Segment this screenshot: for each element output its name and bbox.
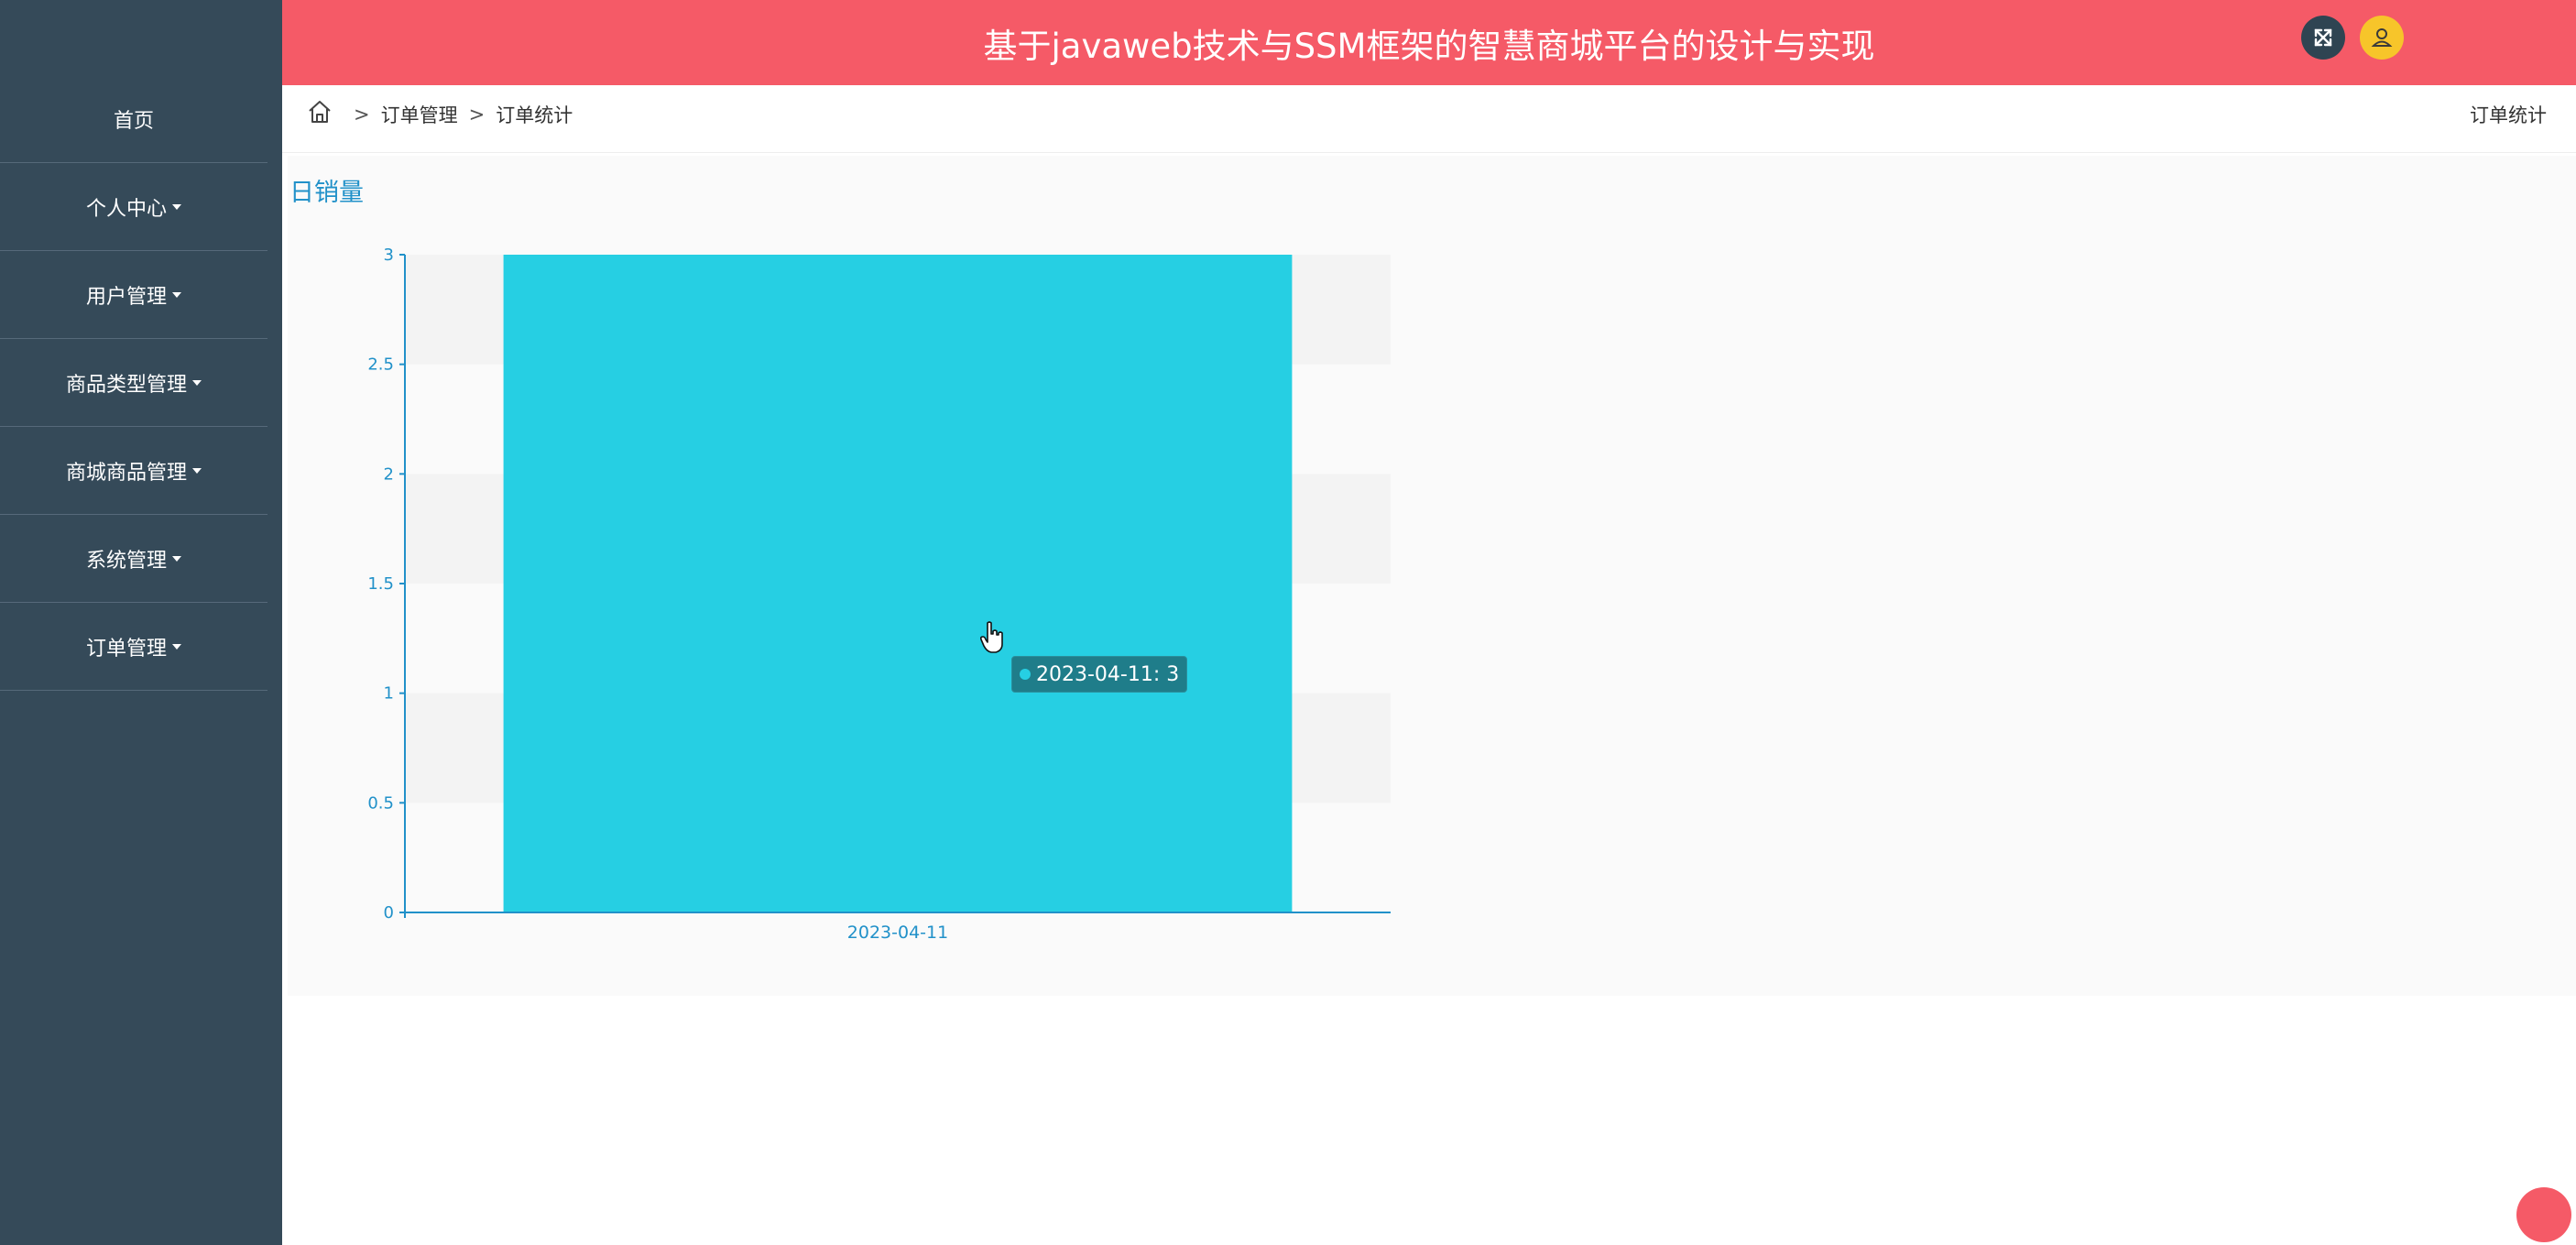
hand-cursor-icon <box>979 621 1003 653</box>
sidebar-item-label: 系统管理 <box>85 549 167 573</box>
user-button[interactable] <box>2360 16 2404 60</box>
caret-down-icon <box>192 467 202 474</box>
top-header: 基于javaweb技术与SSM框架的智慧商城平台的设计与实现 <box>282 0 2576 85</box>
sidebar-item-label: 个人中心 <box>85 197 167 221</box>
tooltip-text: 2023-04-11: 3 <box>1036 662 1180 686</box>
y-tick-label: 1 <box>384 684 394 704</box>
sidebar-item-label: 首页 <box>113 109 154 133</box>
sidebar-item-label: 用户管理 <box>85 285 167 309</box>
sidebar-item-personal-center[interactable]: 个人中心 <box>0 163 267 251</box>
sidebar-item-order-management[interactable]: 订单管理 <box>0 603 267 691</box>
breadcrumb: > 订单管理 > 订单统计 订单统计 <box>282 85 2576 153</box>
caret-down-icon <box>172 643 181 650</box>
site-title: 基于javaweb技术与SSM框架的智慧商城平台的设计与实现 <box>983 26 1875 66</box>
chart-panel: 日销量 2023-04-11 0 0.5 1 1.5 2 2.5 3 2023-04-11: … <box>288 156 2576 996</box>
page-name: 订单统计 <box>2470 104 2547 126</box>
y-tick-label: 2.5 <box>367 355 394 375</box>
bar <box>503 255 1293 912</box>
caret-down-icon <box>172 203 181 210</box>
y-tick-label: 0 <box>384 903 394 923</box>
sidebar: 首页 个人中心 用户管理 商品类型管理 商城商品管理 系统管理 订单管理 <box>0 0 282 1245</box>
y-tick-label: 3 <box>384 246 394 265</box>
breadcrumb-item-order-management[interactable]: 订单管理 <box>381 101 458 128</box>
sidebar-item-label: 商品类型管理 <box>65 373 187 397</box>
daily-sales-chart: 2023-04-11 0 0.5 1 1.5 2 2.5 3 <box>367 246 1391 943</box>
y-tick-label: 1.5 <box>367 574 394 594</box>
caret-down-icon <box>172 555 181 562</box>
breadcrumb-item-order-statistics: 订单统计 <box>496 104 573 126</box>
sidebar-menu: 首页 个人中心 用户管理 商品类型管理 商城商品管理 系统管理 订单管理 <box>0 75 267 691</box>
sidebar-item-label: 商城商品管理 <box>65 461 187 485</box>
sidebar-item-mall-product-management[interactable]: 商城商品管理 <box>0 427 267 515</box>
caret-down-icon <box>172 291 181 298</box>
y-tick-label: 0.5 <box>367 793 394 813</box>
y-tick-label: 2 <box>384 464 394 484</box>
fullscreen-icon <box>2314 28 2332 47</box>
sidebar-item-system-management[interactable]: 系统管理 <box>0 515 267 603</box>
sidebar-item-home[interactable]: 首页 <box>0 75 267 163</box>
sidebar-item-user-management[interactable]: 用户管理 <box>0 251 267 339</box>
breadcrumb-separator: > <box>468 104 486 126</box>
tooltip-series-dot <box>1020 669 1031 680</box>
breadcrumb-trail: > 订单管理 > 订单统计 <box>348 85 573 144</box>
x-tick-label: 2023-04-11 <box>847 923 948 943</box>
sidebar-item-product-type-management[interactable]: 商品类型管理 <box>0 339 267 427</box>
caret-down-icon <box>192 379 202 386</box>
sidebar-item-label: 订单管理 <box>85 637 167 661</box>
floating-action-button[interactable] <box>2516 1187 2571 1242</box>
chart-tooltip: 2023-04-11: 3 <box>1011 656 1188 693</box>
breadcrumb-separator: > <box>354 104 370 126</box>
home-icon[interactable] <box>306 98 333 126</box>
user-icon <box>2371 28 2393 47</box>
fullscreen-button[interactable] <box>2301 16 2345 60</box>
